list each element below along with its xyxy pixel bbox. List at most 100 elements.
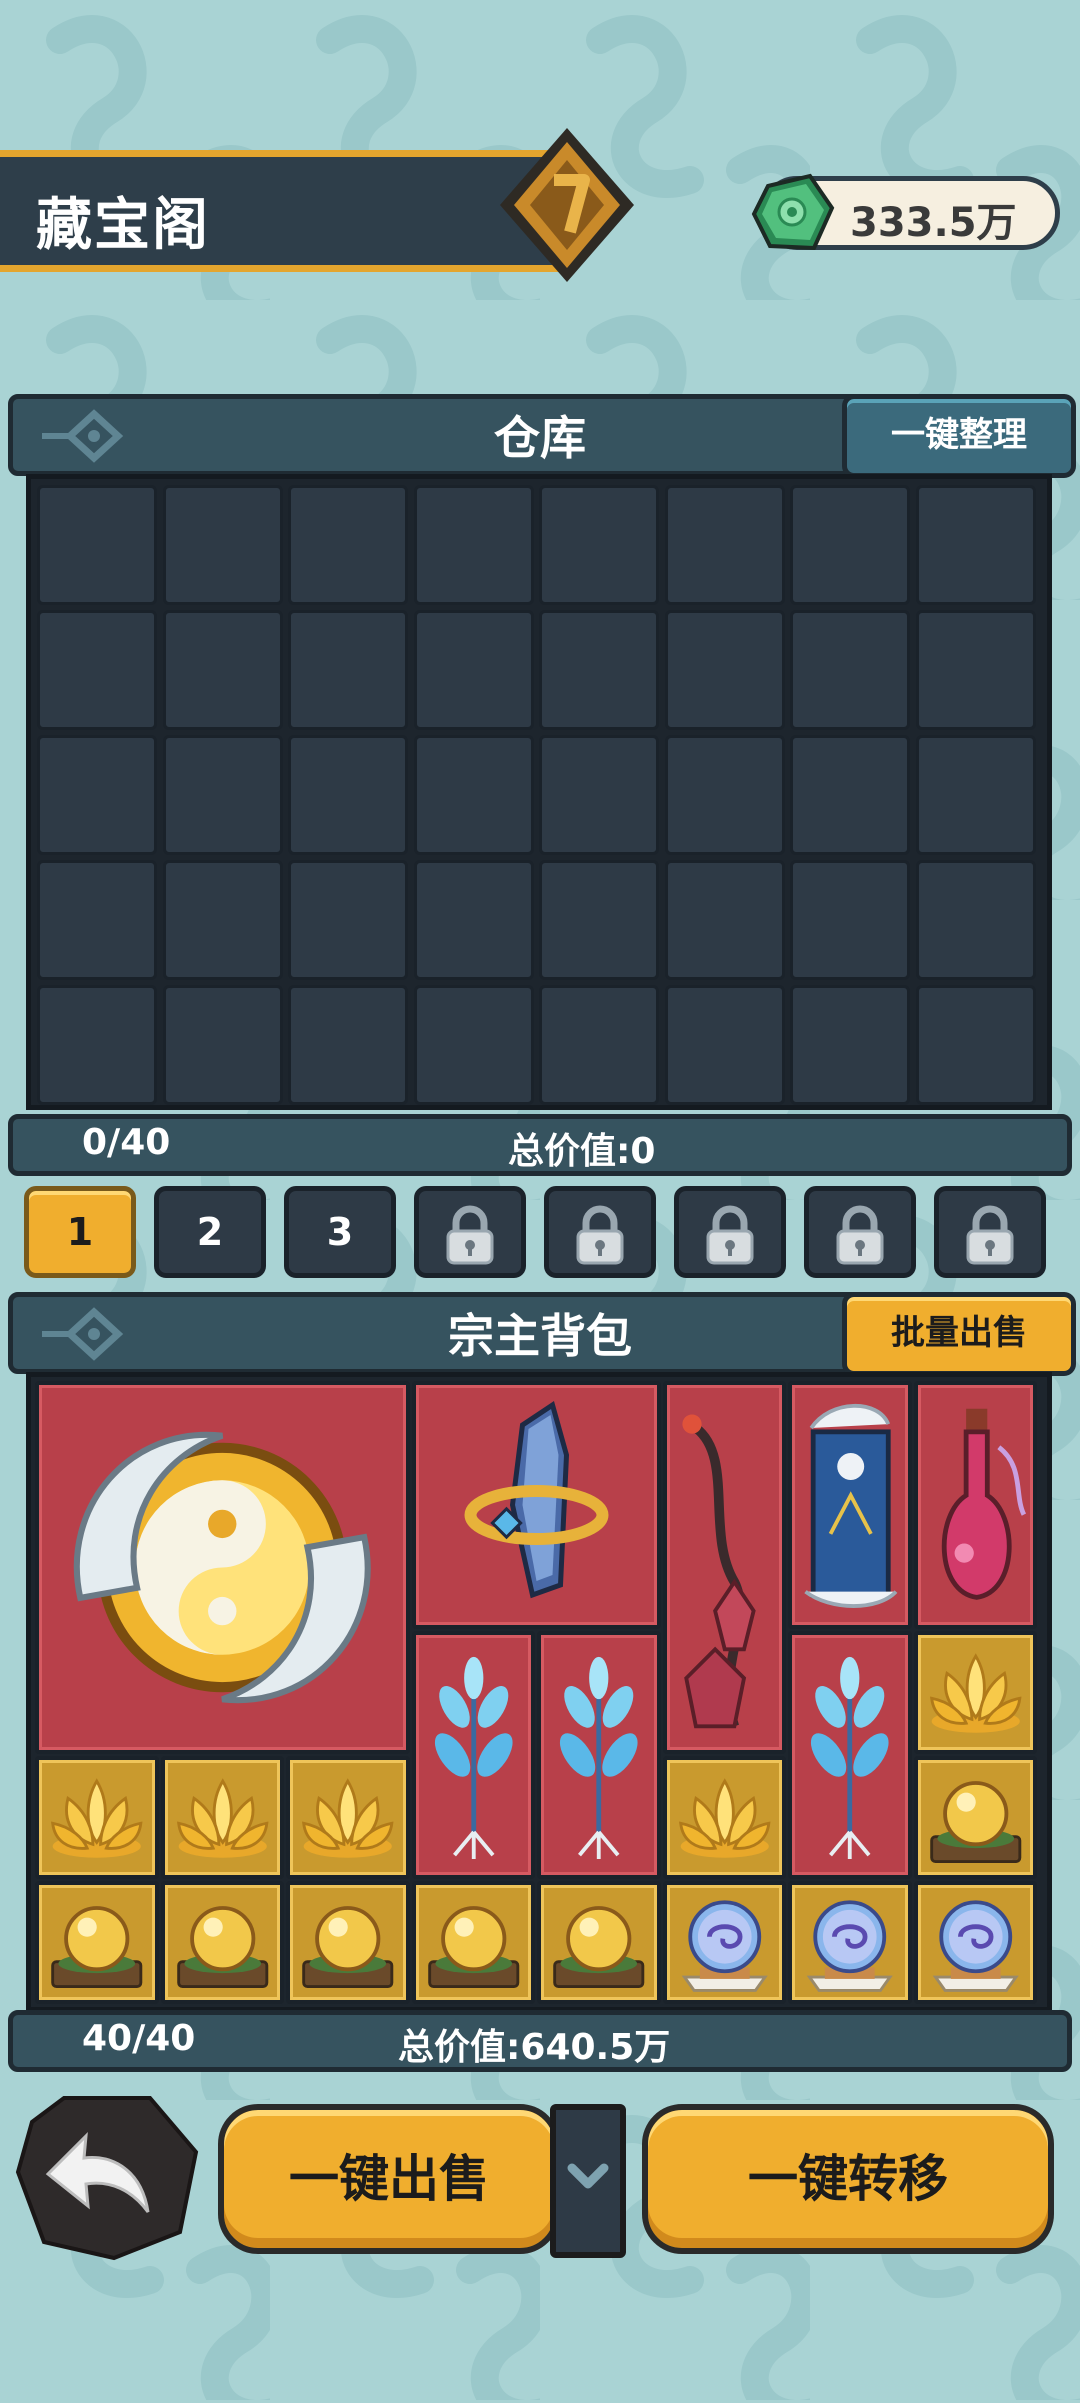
warehouse-slot[interactable] [162,860,283,980]
warehouse-slot[interactable] [790,860,910,980]
golden-lotus-icon [39,1760,155,1875]
warehouse-slot[interactable] [915,485,1036,605]
bag-slot[interactable] [35,1381,410,1754]
bag-slot[interactable] [160,1881,284,2004]
warehouse-slot[interactable] [37,985,157,1105]
warehouse-slot[interactable] [790,610,910,730]
crystal-ring-icon [416,1385,657,1625]
warehouse-slot[interactable] [37,610,157,730]
warehouse-slot[interactable] [664,985,785,1105]
bag-slot[interactable] [411,1881,535,2004]
bag-slot[interactable] [913,1381,1037,1629]
warehouse-slot[interactable] [288,860,408,980]
warehouse-slot[interactable] [162,735,283,855]
warehouse-slot[interactable] [539,485,659,605]
golden-lotus-icon [290,1760,406,1875]
bag-slot[interactable] [913,1756,1037,1879]
bag-slot[interactable] [35,1881,159,2004]
warehouse-slot[interactable] [790,985,910,1105]
warehouse-slot[interactable] [664,485,785,605]
page-tab-1[interactable]: 1 [24,1186,136,1278]
warehouse-slot[interactable] [915,610,1036,730]
warehouse-slot[interactable] [413,735,534,855]
golden-pearl-icon [290,1885,406,2000]
spirit-crystal-ball-icon [667,1885,783,2000]
bag-slot[interactable] [411,1381,661,1629]
frost-herb-icon [541,1635,657,1875]
sell-options-dropdown[interactable] [550,2104,626,2258]
warehouse-slot[interactable] [162,485,283,605]
batch-sell-button[interactable]: 批量出售 [842,1292,1076,1376]
warehouse-slot[interactable] [413,860,534,980]
bag-slot[interactable] [286,1881,410,2004]
lock-icon [576,1205,624,1265]
currency-amount: 333.5万 [850,200,1017,246]
warehouse-slot[interactable] [915,735,1036,855]
warehouse-slot[interactable] [413,610,534,730]
lock-icon [836,1205,884,1265]
page-tab-5[interactable] [544,1186,656,1278]
warehouse-slot[interactable] [413,985,534,1105]
frost-herb-icon [792,1635,908,1875]
warehouse-total-value: 总价值:0 [508,1131,656,1172]
warehouse-slot[interactable] [664,735,785,855]
page-tab-3[interactable]: 3 [284,1186,396,1278]
warehouse-slot[interactable] [413,485,534,605]
warehouse-capacity: 0/40 [82,1122,171,1163]
golden-pearl-icon [165,1885,281,2000]
warehouse-slot[interactable] [162,985,283,1105]
page-tab-7[interactable] [804,1186,916,1278]
bag-slot[interactable] [788,1381,912,1629]
bag-slot[interactable] [160,1756,284,1879]
warehouse-slot[interactable] [539,610,659,730]
spirit-crystal-ball-icon [792,1885,908,2000]
page-tab-label: 1 [66,1210,94,1254]
warehouse-slot[interactable] [915,985,1036,1105]
warehouse-slot[interactable] [37,485,157,605]
bag-slot[interactable] [788,1881,912,2004]
warehouse-slot[interactable] [162,610,283,730]
warehouse-slot[interactable] [288,610,408,730]
chevron-down-icon [567,2163,609,2189]
bag-slot[interactable] [788,1631,912,1879]
diamond-emblem-icon [500,128,634,282]
bag-grid [26,1372,1052,2012]
bag-slot[interactable] [411,1631,535,1879]
sell-all-button[interactable]: 一键出售 [218,2104,560,2254]
warehouse-slot[interactable] [790,485,910,605]
bag-slot[interactable] [662,1381,786,1754]
bag-slot[interactable] [35,1756,159,1879]
page-tab-4[interactable] [414,1186,526,1278]
warehouse-slot[interactable] [664,860,785,980]
page-tab-8[interactable] [934,1186,1046,1278]
golden-lotus-icon [165,1760,281,1875]
bag-slot[interactable] [537,1881,661,2004]
golden-lotus-icon [918,1635,1034,1750]
golden-pearl-icon [416,1885,532,2000]
bag-slot[interactable] [913,1631,1037,1754]
warehouse-slot[interactable] [790,735,910,855]
warehouse-slot[interactable] [664,610,785,730]
warehouse-slot[interactable] [539,860,659,980]
bag-slot[interactable] [537,1631,661,1879]
organize-button[interactable]: 一键整理 [842,394,1076,478]
warehouse-slot[interactable] [288,485,408,605]
warehouse-slot[interactable] [539,735,659,855]
warehouse-slot[interactable] [288,985,408,1105]
warehouse-slot[interactable] [539,985,659,1105]
page-tab-label: 2 [196,1210,224,1254]
page-title: 藏宝阁 [36,193,210,258]
warehouse-slot[interactable] [37,735,157,855]
bag-slot[interactable] [286,1756,410,1879]
warehouse-slot[interactable] [915,860,1036,980]
warehouse-slot[interactable] [37,860,157,980]
back-arrow-icon[interactable] [14,2092,200,2262]
transfer-all-button[interactable]: 一键转移 [642,2104,1054,2254]
bag-slot[interactable] [913,1881,1037,2004]
warehouse-slot[interactable] [288,735,408,855]
golden-pearl-icon [918,1760,1034,1875]
page-tab-2[interactable]: 2 [154,1186,266,1278]
bag-slot[interactable] [662,1881,786,2004]
bag-slot[interactable] [662,1756,786,1879]
page-tab-6[interactable] [674,1186,786,1278]
